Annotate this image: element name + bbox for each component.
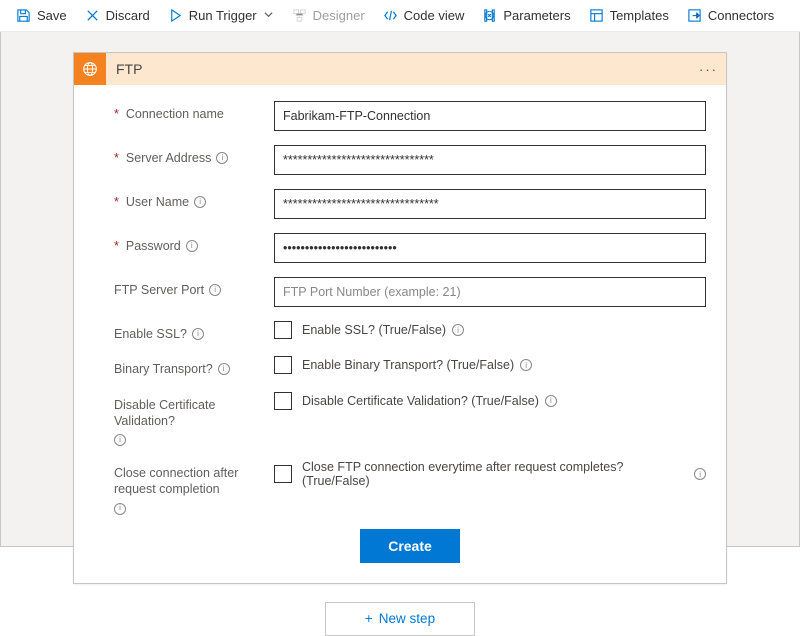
- toolbar: Save Discard Run Trigger Designer Code v…: [0, 0, 800, 32]
- ssl-checkbox[interactable]: [274, 321, 292, 339]
- row-user-name: *User Namei: [114, 189, 706, 219]
- label-port: FTP Server Porti: [114, 277, 274, 298]
- label-close: Close connection after request completio…: [114, 460, 274, 515]
- info-icon[interactable]: i: [209, 284, 221, 296]
- card-header[interactable]: FTP ···: [74, 53, 726, 85]
- label-ssl: Enable SSL?i: [114, 321, 274, 342]
- label-password: *Passwordi: [114, 233, 274, 254]
- row-binary: Binary Transport?i Enable Binary Transpo…: [114, 356, 706, 377]
- row-connection-name: *Connection name: [114, 101, 706, 131]
- designer-icon: [292, 8, 307, 23]
- server-address-input[interactable]: [274, 145, 706, 175]
- row-ssl: Enable SSL?i Enable SSL? (True/False)i: [114, 321, 706, 342]
- cert-checkbox[interactable]: [274, 392, 292, 410]
- binary-checkbox[interactable]: [274, 356, 292, 374]
- row-cert: Disable Certificate Validation?i Disable…: [114, 392, 706, 447]
- info-icon[interactable]: i: [218, 363, 230, 375]
- designer-button: Designer: [284, 6, 373, 25]
- close-checkbox[interactable]: [274, 465, 292, 483]
- card-title: FTP: [116, 61, 142, 77]
- new-step-button[interactable]: + New step: [325, 602, 475, 636]
- ftp-icon: [74, 53, 106, 85]
- parameters-label: Parameters: [503, 8, 570, 23]
- binary-desc: Enable Binary Transport? (True/False)i: [302, 358, 532, 372]
- save-icon: [16, 8, 31, 23]
- discard-label: Discard: [106, 8, 150, 23]
- save-button[interactable]: Save: [8, 6, 75, 25]
- info-icon[interactable]: i: [192, 328, 204, 340]
- run-trigger-button[interactable]: Run Trigger: [160, 6, 282, 25]
- templates-label: Templates: [610, 8, 669, 23]
- info-icon[interactable]: i: [186, 240, 198, 252]
- parameters-icon: [482, 8, 497, 23]
- label-connection-name: *Connection name: [114, 101, 274, 122]
- ssl-desc: Enable SSL? (True/False)i: [302, 323, 464, 337]
- ftp-action-card: FTP ··· *Connection name *Server Address…: [73, 52, 727, 584]
- row-port: FTP Server Porti: [114, 277, 706, 307]
- port-input[interactable]: [274, 277, 706, 307]
- info-icon[interactable]: i: [545, 395, 557, 407]
- card-body: *Connection name *Server Addressi *User …: [74, 85, 726, 583]
- info-icon[interactable]: i: [114, 503, 126, 515]
- plus-icon: +: [365, 611, 373, 626]
- chevron-down-icon: [263, 8, 274, 23]
- password-input[interactable]: [274, 233, 706, 263]
- info-icon[interactable]: i: [520, 359, 532, 371]
- code-icon: [383, 8, 398, 23]
- row-password: *Passwordi: [114, 233, 706, 263]
- row-close: Close connection after request completio…: [114, 460, 706, 515]
- play-icon: [168, 8, 183, 23]
- codeview-button[interactable]: Code view: [375, 6, 473, 25]
- info-icon[interactable]: i: [216, 152, 228, 164]
- close-icon: [85, 8, 100, 23]
- close-desc: Close FTP connection everytime after req…: [302, 460, 706, 488]
- connectors-label: Connectors: [708, 8, 774, 23]
- label-cert: Disable Certificate Validation?i: [114, 392, 274, 447]
- new-step-label: New step: [379, 611, 435, 626]
- label-server-address: *Server Addressi: [114, 145, 274, 166]
- connectors-icon: [687, 8, 702, 23]
- save-label: Save: [37, 8, 67, 23]
- codeview-label: Code view: [404, 8, 465, 23]
- info-icon[interactable]: i: [114, 434, 126, 446]
- cert-desc: Disable Certificate Validation? (True/Fa…: [302, 394, 557, 408]
- run-label: Run Trigger: [189, 8, 257, 23]
- info-icon[interactable]: i: [194, 196, 206, 208]
- row-server-address: *Server Addressi: [114, 145, 706, 175]
- designer-label: Designer: [313, 8, 365, 23]
- label-user-name: *User Namei: [114, 189, 274, 210]
- templates-icon: [589, 8, 604, 23]
- info-icon[interactable]: i: [694, 468, 706, 480]
- label-binary: Binary Transport?i: [114, 356, 274, 377]
- connection-name-input[interactable]: [274, 101, 706, 131]
- connectors-button[interactable]: Connectors: [679, 6, 782, 25]
- discard-button[interactable]: Discard: [77, 6, 158, 25]
- info-icon[interactable]: i: [452, 324, 464, 336]
- templates-button[interactable]: Templates: [581, 6, 677, 25]
- card-menu-button[interactable]: ···: [699, 53, 718, 85]
- user-name-input[interactable]: [274, 189, 706, 219]
- designer-canvas: FTP ··· *Connection name *Server Address…: [0, 32, 800, 547]
- create-button[interactable]: Create: [360, 529, 460, 563]
- parameters-button[interactable]: Parameters: [474, 6, 578, 25]
